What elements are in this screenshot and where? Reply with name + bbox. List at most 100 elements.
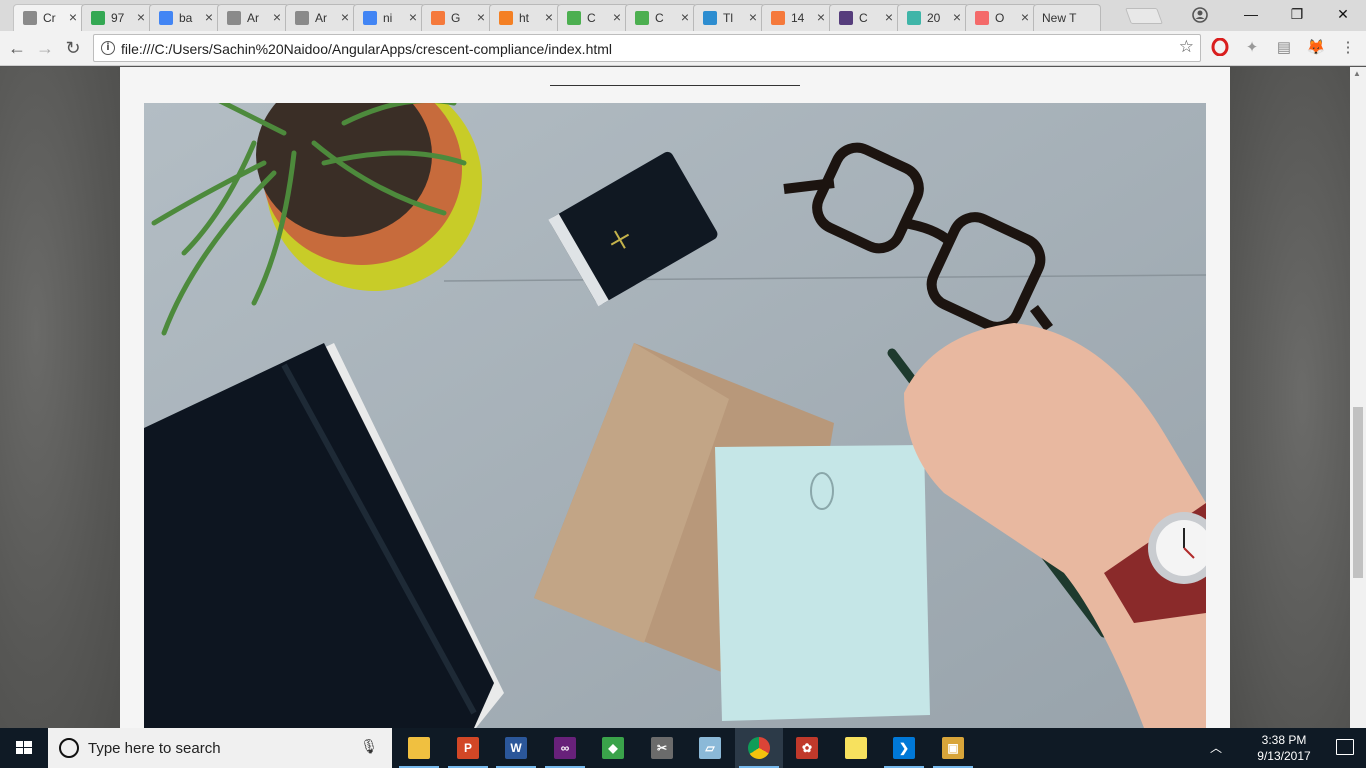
back-button[interactable]: ← [6, 37, 28, 59]
page-scrollbar[interactable]: ▲ [1350, 67, 1366, 728]
taskbar-app-notepad[interactable]: ▱ [686, 728, 734, 768]
site-info-icon[interactable]: i [101, 41, 115, 55]
browser-tab[interactable]: Ar × [285, 4, 357, 31]
taskbar-app-angular-tool[interactable]: ✿ [783, 728, 831, 768]
taskbar-app-package-app[interactable]: ▣ [929, 728, 977, 768]
tab-close-icon[interactable]: × [681, 9, 689, 25]
profile-icon[interactable] [1190, 5, 1210, 25]
url-text[interactable]: file:///C:/Users/Sachin%20Naidoo/Angular… [121, 41, 612, 57]
browser-tab[interactable]: Tl × [693, 4, 765, 31]
tab-close-icon[interactable]: × [817, 9, 825, 25]
taskbar-app-powerpoint[interactable]: P [444, 728, 492, 768]
browser-tab[interactable]: 20 × [897, 4, 969, 31]
browser-tab[interactable]: C × [625, 4, 697, 31]
scroll-up-arrow-icon[interactable]: ▲ [1353, 69, 1361, 78]
microphone-icon[interactable]: 🎙 [360, 738, 378, 755]
tab-title: O [995, 11, 1005, 25]
tab-close-icon[interactable]: × [545, 9, 553, 25]
taskbar-search-box[interactable]: Type here to search 🎙 [48, 728, 392, 768]
clock-time: 3:38 PM [1261, 733, 1307, 747]
visual-studio-icon: ∞ [554, 737, 576, 759]
s-icon [703, 11, 717, 25]
tab-close-icon[interactable]: × [409, 9, 417, 25]
windows-taskbar: Type here to search 🎙 P W ∞ ◆ ✂ ▱ ✿ ❯ ▣ ︿ 3:38 P… [0, 728, 1366, 768]
browser-tab[interactable]: Ar × [217, 4, 289, 31]
google-icon [159, 11, 173, 25]
taskbar-app-visual-studio[interactable]: ∞ [541, 728, 589, 768]
background-texture-right [1230, 67, 1350, 728]
browser-tab[interactable]: G × [421, 4, 493, 31]
opera-extension-icon[interactable] [1210, 37, 1230, 58]
taskbar-clock[interactable]: 3:38 PM 9/13/2017 [1244, 732, 1324, 764]
tab-close-icon[interactable]: × [137, 9, 145, 25]
system-tray: ︿ 3:38 PM 9/13/2017 [1206, 728, 1366, 768]
page-icon [227, 11, 241, 25]
browser-tab[interactable]: ht × [489, 4, 561, 31]
tab-title: G [451, 11, 461, 25]
show-hidden-icons-icon[interactable]: ︿ [1210, 739, 1222, 756]
powerpoint-icon: P [457, 737, 479, 759]
metamask-extension-icon[interactable]: 🦊 [1306, 38, 1326, 58]
tab-close-icon[interactable]: × [749, 9, 757, 25]
chrome-menu-icon[interactable]: ⋮ [1338, 38, 1358, 58]
taskbar-app-git[interactable]: ◆ [589, 728, 637, 768]
tab-title: Cr [43, 11, 56, 25]
teal-icon [907, 11, 921, 25]
browser-tab[interactable]: C × [557, 4, 629, 31]
browser-tab[interactable]: O × [965, 4, 1037, 31]
taskbar-app-file-explorer[interactable] [395, 728, 443, 768]
taskbar-app-word[interactable]: W [492, 728, 540, 768]
tab-title: 97 [111, 11, 125, 25]
taskbar-app-snipping-tool[interactable]: ✂ [638, 728, 686, 768]
tab-close-icon[interactable]: × [885, 9, 893, 25]
tab-title: New T [1042, 11, 1077, 25]
restore-button[interactable]: ❐ [1274, 0, 1320, 28]
tab-close-icon[interactable]: × [613, 9, 621, 25]
browser-tab[interactable]: C × [829, 4, 901, 31]
f-icon [975, 11, 989, 25]
scrollbar-thumb[interactable] [1353, 407, 1363, 578]
tab-close-icon[interactable]: × [1021, 9, 1029, 25]
pdf-extension-icon[interactable]: ▤ [1274, 38, 1294, 58]
tab-close-icon[interactable]: × [69, 9, 77, 25]
tab-close-icon[interactable]: × [205, 9, 213, 25]
file-explorer-icon [408, 737, 430, 759]
notepad-icon: ▱ [699, 737, 721, 759]
tab-title: Ar [247, 11, 259, 25]
extension-icon[interactable]: ✦ [1242, 38, 1262, 58]
browser-tab[interactable]: 14 × [761, 4, 833, 31]
tab-close-icon[interactable]: × [273, 9, 281, 25]
forward-button[interactable]: → [34, 37, 56, 59]
page-viewport [0, 67, 1350, 728]
start-button[interactable] [0, 728, 48, 768]
note-card [715, 445, 930, 721]
page-icon [295, 11, 309, 25]
taskbar-app-vs-code[interactable]: ❯ [880, 728, 928, 768]
taskbar-app-sticky-notes[interactable] [832, 728, 880, 768]
address-bar[interactable]: i file:///C:/Users/Sachin%20Naidoo/Angul… [93, 34, 1201, 62]
action-center-icon[interactable] [1336, 739, 1354, 755]
browser-tab[interactable]: New T [1033, 4, 1101, 31]
browser-tab[interactable]: ba × [149, 4, 221, 31]
tab-title: Tl [723, 11, 733, 25]
taskbar-app-chrome[interactable] [735, 728, 783, 768]
stackoverflow-icon [499, 11, 513, 25]
browser-tab[interactable]: 97 × [81, 4, 153, 31]
cortana-icon [59, 738, 79, 758]
tab-close-icon[interactable]: × [953, 9, 961, 25]
tab-close-icon[interactable]: × [341, 9, 349, 25]
reload-button[interactable]: ↻ [62, 37, 84, 59]
package-app-icon: ▣ [942, 737, 964, 759]
w3-icon [567, 11, 581, 25]
tab-close-icon[interactable]: × [477, 9, 485, 25]
tab-title: C [859, 11, 868, 25]
browser-tab[interactable]: Cr × [13, 4, 85, 32]
tab-title: C [587, 11, 596, 25]
vs-code-icon: ❯ [893, 737, 915, 759]
bookmark-star-icon[interactable]: ☆ [1179, 37, 1194, 57]
close-window-button[interactable]: ✕ [1320, 0, 1366, 28]
browser-tab[interactable]: ni × [353, 4, 425, 31]
new-tab-button[interactable] [1125, 8, 1163, 24]
minimize-button[interactable]: — [1228, 0, 1274, 28]
maps-icon [91, 11, 105, 25]
